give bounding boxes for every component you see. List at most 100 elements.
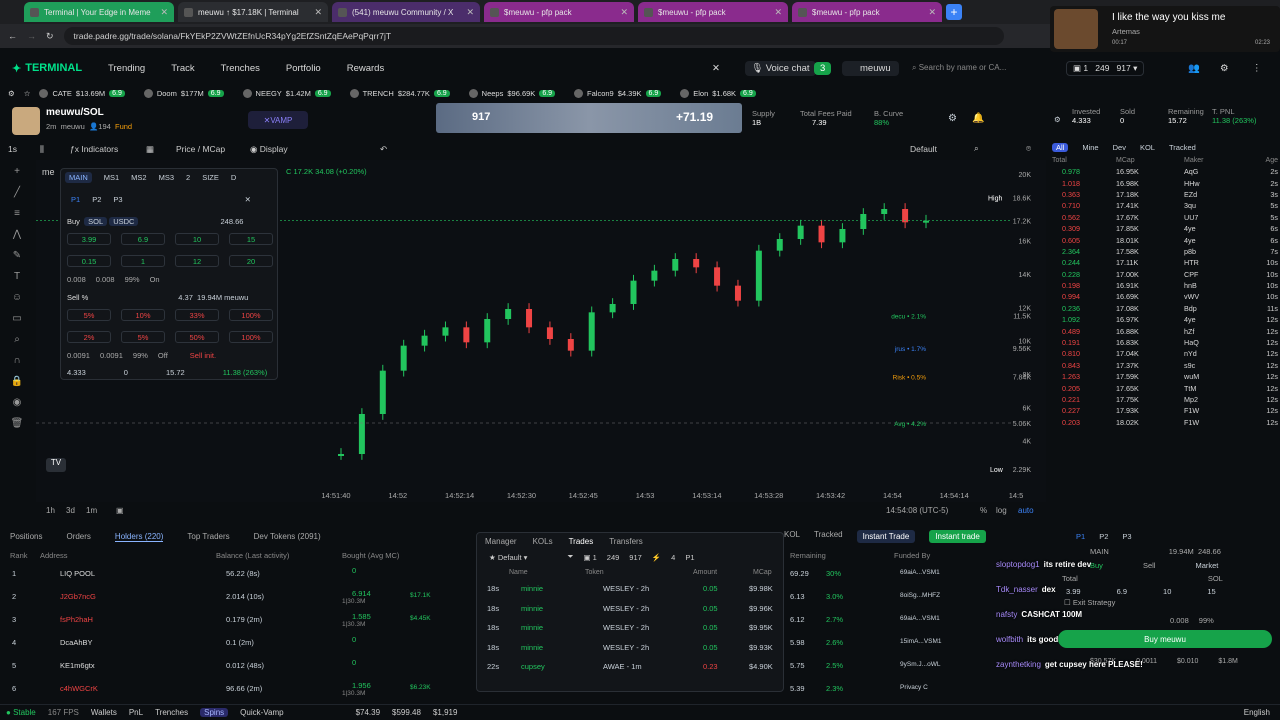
tab-kol[interactable]: KOL xyxy=(784,530,800,543)
trade-row[interactable]: 0.191 16.83K HaQ 12s xyxy=(1048,337,1280,348)
buy-amount-button[interactable]: 20 xyxy=(229,255,273,267)
display-button[interactable]: ◉ Display xyxy=(250,144,288,155)
tracker-name[interactable]: minnie xyxy=(521,643,543,652)
token-avatar[interactable] xyxy=(12,107,40,135)
holder-address[interactable]: KE1m6gtx xyxy=(60,661,95,670)
bell-icon[interactable]: 🔔 xyxy=(972,113,984,124)
indicators-button[interactable]: ƒx Indicators xyxy=(70,144,118,154)
trade-maker[interactable]: hZf xyxy=(1172,327,1234,336)
trade-maker[interactable]: wuM xyxy=(1172,372,1234,381)
trade-maker[interactable]: HaQ xyxy=(1172,338,1234,347)
trade-row[interactable]: 0.978 16.95K AqG 2s xyxy=(1048,166,1280,177)
scale-percent[interactable]: % xyxy=(980,506,987,515)
tracker-row[interactable]: 18s minnie WESLEY - 2h 0.05 $9.98K xyxy=(477,579,783,599)
scale-auto[interactable]: auto xyxy=(1018,506,1034,515)
holder-address[interactable]: c4hWGCrK xyxy=(60,684,98,693)
trade-filter[interactable]: Tracked xyxy=(1169,143,1196,152)
preset-select[interactable]: ★ Default ▾ xyxy=(489,553,527,562)
buy-amount-button[interactable]: 10 xyxy=(175,233,219,245)
ticker-item[interactable]: Elon $1.68K 6.9 xyxy=(680,88,756,98)
tab-tracked[interactable]: Tracked xyxy=(814,530,843,543)
buy-amount-button[interactable]: 15 xyxy=(229,233,273,245)
tab-close-icon[interactable]: ✕ xyxy=(620,7,628,18)
trade-row[interactable]: 0.562 17.67K UU7 5s xyxy=(1048,212,1280,223)
trade-filter[interactable]: KOL xyxy=(1140,143,1155,152)
instant-trade-button[interactable]: Instant Trade xyxy=(856,530,916,543)
ticker-item[interactable]: Doom $177M 6.9 xyxy=(143,88,224,98)
order-tab[interactable]: D xyxy=(231,173,236,182)
sell-pct-button[interactable]: 5% xyxy=(67,309,111,321)
ticker-settings-icon[interactable]: ⚙ xyxy=(8,89,15,98)
trade-row[interactable]: 0.309 17.85K 4ye 6s xyxy=(1048,223,1280,234)
search-field[interactable]: ⌕ Search by name or CA... xyxy=(912,63,1042,73)
terminal-logo[interactable]: ✦ TERMINAL xyxy=(12,62,82,75)
trade-maker[interactable]: CPF xyxy=(1172,270,1234,279)
tracker-tab[interactable]: Transfers xyxy=(609,537,643,546)
bottom-tab[interactable]: Orders xyxy=(66,532,90,541)
trade-filter[interactable]: Dev xyxy=(1113,143,1126,152)
sell-pct-button[interactable]: 10% xyxy=(121,309,165,321)
trade-maker[interactable]: HTR xyxy=(1172,258,1234,267)
bottom-tab[interactable]: Top Traders xyxy=(187,532,229,541)
ticker-item[interactable]: Neeps $96.69K 6.9 xyxy=(468,88,556,98)
browser-tab[interactable]: Terminal | Your Edge in Meme ✕ xyxy=(24,2,174,22)
trade-filter[interactable]: All xyxy=(1052,142,1069,152)
camera-icon[interactable]: ⌾ xyxy=(1026,143,1031,154)
trade-maker[interactable]: Bdp xyxy=(1172,304,1234,313)
tf-3d[interactable]: 3d xyxy=(66,506,75,515)
order-tab[interactable]: 2 xyxy=(186,173,190,182)
tracker-token[interactable]: AWAE - 1m xyxy=(603,662,642,671)
sell-pct-button[interactable]: 100% xyxy=(229,309,273,321)
crosshair-icon[interactable]: + xyxy=(0,166,34,187)
qb-p2[interactable]: P2 xyxy=(1099,532,1108,541)
trade-maker[interactable]: AqG xyxy=(1172,167,1234,176)
tracker-row[interactable]: 22s cupsey AWAE - 1m 0.23 $4.90K xyxy=(477,657,783,677)
interval-select[interactable]: 1s xyxy=(8,144,17,154)
trade-row[interactable]: 0.198 16.91K hnB 10s xyxy=(1048,280,1280,291)
menu-icon[interactable]: ⋮ xyxy=(1252,63,1262,74)
ticker-item[interactable]: NEEGY $1.42M 6.9 xyxy=(242,88,331,98)
trade-maker[interactable]: EZd xyxy=(1172,190,1234,199)
buy-amount-button[interactable]: 6.9 xyxy=(121,233,165,245)
order-tab[interactable]: MS2 xyxy=(131,173,146,182)
trade-maker[interactable]: nYd xyxy=(1172,349,1234,358)
sell-pct-button[interactable]: 50% xyxy=(175,331,219,343)
calendar-icon[interactable]: ▣ xyxy=(116,506,124,515)
trade-row[interactable]: 0.489 16.88K hZf 12s xyxy=(1048,325,1280,336)
status-pnl[interactable]: PnL xyxy=(129,708,143,717)
tracker-row[interactable]: 18s minnie WESLEY - 2h 0.05 $9.95K xyxy=(477,618,783,638)
status-trenches[interactable]: Trenches xyxy=(155,708,188,717)
trade-maker[interactable]: s9c xyxy=(1172,361,1234,370)
trade-maker[interactable]: 4ye xyxy=(1172,315,1234,324)
nav-trending[interactable]: Trending xyxy=(108,63,145,74)
trade-maker[interactable]: HHw xyxy=(1172,179,1234,188)
nav-portfolio[interactable]: Portfolio xyxy=(286,63,321,74)
trade-row[interactable]: 0.810 17.04K nYd 12s xyxy=(1048,348,1280,359)
browser-tab[interactable]: $meuwu - pfp pack ✕ xyxy=(484,2,634,22)
bolt-icon[interactable]: ⚡ xyxy=(652,553,661,562)
trendline-icon[interactable]: ╱ xyxy=(0,187,34,208)
trade-maker[interactable]: UU7 xyxy=(1172,213,1234,222)
tracker-token[interactable]: WESLEY - 2h xyxy=(603,643,649,652)
tab-close-icon[interactable]: ✕ xyxy=(928,7,936,18)
status-quick-vamp[interactable]: Quick-Vamp xyxy=(240,708,283,717)
bottom-tab[interactable]: Holders (220) xyxy=(114,532,164,542)
qb-p1[interactable]: P1 xyxy=(1076,532,1085,541)
sell-pct-button[interactable]: 33% xyxy=(175,309,219,321)
order-tab[interactable]: MS3 xyxy=(159,173,174,182)
trade-row[interactable]: 1.092 16.97K 4ye 12s xyxy=(1048,314,1280,325)
trade-row[interactable]: 0.710 17.41K 3qu 5s xyxy=(1048,200,1280,211)
tracker-tab[interactable]: Manager xyxy=(485,537,517,546)
holder-funded-by[interactable]: 69aiA...VSM1 xyxy=(900,615,940,622)
count-badge[interactable]: 3 xyxy=(814,61,832,75)
voice-chat-button[interactable]: 🎙 Voice chat xyxy=(745,60,816,76)
trade-row[interactable]: 0.228 17.00K CPF 10s xyxy=(1048,269,1280,280)
back-icon[interactable]: ← xyxy=(8,31,17,41)
close-icon[interactable]: ✕ xyxy=(245,195,251,204)
browser-tab[interactable]: $meuwu - pfp pack ✕ xyxy=(792,2,942,22)
trade-row[interactable]: 0.227 17.93K F1W 12s xyxy=(1048,405,1280,416)
trade-maker[interactable]: 4ye xyxy=(1172,224,1234,233)
qb-market-tab[interactable]: Market xyxy=(1195,561,1218,570)
trade-row[interactable]: 0.363 17.18K EZd 3s xyxy=(1048,189,1280,200)
qb-amount[interactable]: 15 xyxy=(1207,587,1215,596)
